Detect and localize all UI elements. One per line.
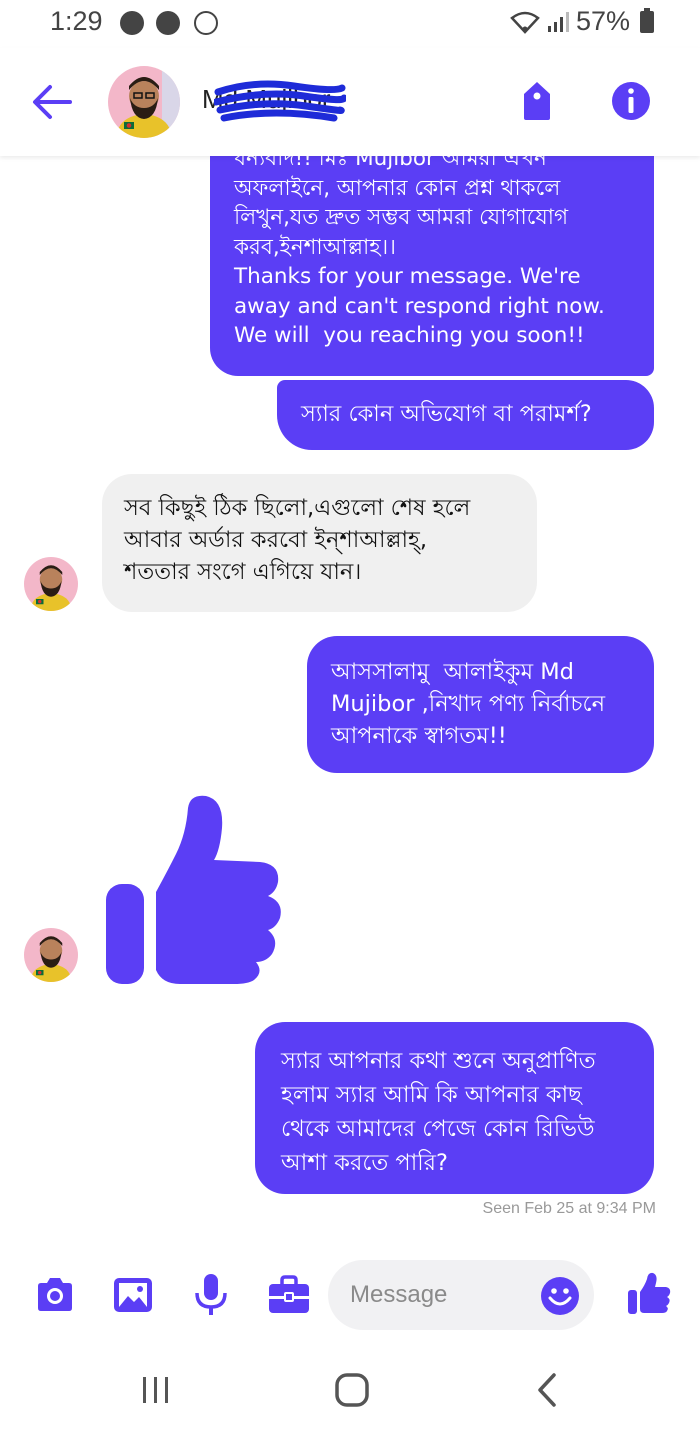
messenger-icon (156, 11, 180, 35)
briefcase-icon[interactable] (266, 1272, 312, 1318)
back-arrow-icon[interactable] (30, 82, 74, 122)
wifi-icon (510, 11, 540, 34)
signal-icon (547, 11, 569, 32)
recent-apps-icon[interactable] (136, 1370, 176, 1410)
info-icon[interactable] (606, 76, 656, 126)
image-icon[interactable] (110, 1272, 156, 1318)
message-bubble-outgoing[interactable]: স্যার কোন অভিযোগ বা পরামর্শ? (277, 380, 654, 450)
battery-icon (640, 7, 654, 33)
composer (0, 1254, 700, 1340)
contact-avatar[interactable] (24, 928, 78, 982)
system-navigation-bar (0, 1340, 700, 1439)
status-right: 57% (510, 6, 654, 37)
tag-icon[interactable] (512, 76, 562, 126)
avatar[interactable] (108, 66, 180, 138)
conversation-header: Md Mujibor (0, 48, 700, 156)
seen-status: Seen Feb 25 at 9:34 PM (482, 1200, 656, 1217)
contact-avatar[interactable] (24, 557, 78, 611)
redaction-scribble (214, 80, 346, 122)
message-bubble-incoming[interactable]: সব কিছুই ঠিক ছিলো,এগুলো শেষ হলে আবার অর্… (102, 474, 537, 612)
emoji-icon[interactable] (540, 1276, 580, 1316)
back-icon[interactable] (528, 1370, 568, 1410)
thumbs-up-icon[interactable] (626, 1270, 672, 1316)
messenger-outline-icon (194, 11, 218, 35)
status-time: 1:29 (50, 6, 103, 36)
home-icon[interactable] (332, 1370, 372, 1410)
status-bar: 1:29 57% (0, 0, 700, 48)
message-bubble-outgoing[interactable]: স্যার আপনার কথা শুনে অনুপ্রাণিত হলাম স্য… (255, 1022, 654, 1194)
like-sticker[interactable] (102, 794, 288, 986)
camera-icon[interactable] (32, 1272, 78, 1318)
battery-percent: 57% (575, 6, 630, 36)
message-bubble-outgoing[interactable]: আসসালামু আলাইকুম Md Mujibor ,নিখাদ পণ্য … (307, 636, 654, 773)
whatsapp-icon (120, 11, 144, 35)
microphone-icon[interactable] (188, 1272, 234, 1318)
